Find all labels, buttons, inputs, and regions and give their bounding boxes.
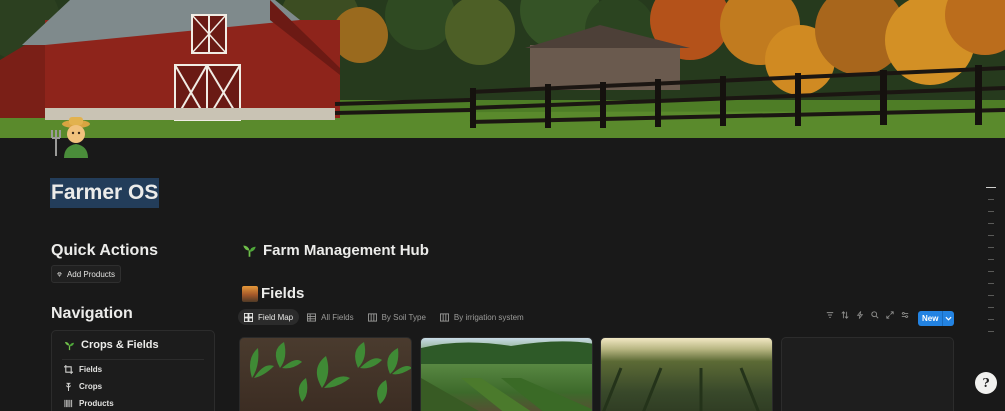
search-icon[interactable]	[871, 311, 879, 319]
nav-item-fields[interactable]: Fields	[64, 365, 102, 374]
board-icon	[439, 312, 449, 322]
crop-icon	[64, 365, 73, 374]
gallery-icon	[244, 312, 253, 322]
nav-item-label: Fields	[79, 365, 103, 374]
new-button-label: New	[922, 314, 939, 323]
nav-divider	[62, 359, 204, 360]
tab-by-soil-type[interactable]: By Soil Type	[362, 309, 432, 325]
seedlings-photo	[250, 342, 411, 404]
seedling-icon	[243, 245, 256, 257]
field-card-4[interactable]	[781, 337, 954, 411]
page-outline[interactable]	[986, 187, 996, 343]
database-toolbar	[826, 311, 909, 319]
sort-icon[interactable]	[841, 311, 849, 319]
crop-field-sunset-photo	[602, 367, 760, 411]
automation-icon[interactable]	[856, 311, 864, 319]
add-products-button[interactable]: Add Products	[51, 265, 121, 283]
tab-label: Field Map	[258, 312, 294, 322]
page-icon-farmer[interactable]	[50, 116, 94, 160]
hub-title-text: Farm Management Hub	[263, 242, 429, 259]
nav-section-crops-fields[interactable]: Crops & Fields	[64, 339, 159, 351]
farmer-emoji-icon	[51, 117, 90, 158]
field-card-3[interactable]	[600, 337, 773, 411]
navigation-card: Crops & Fields Fields Crops Products	[51, 330, 215, 411]
help-icon: ?	[982, 376, 990, 390]
tab-by-irrigation-system[interactable]: By irrigation system	[434, 309, 530, 325]
nav-item-label: Crops	[79, 382, 103, 391]
navigation-heading: Navigation	[51, 305, 133, 322]
table-icon	[307, 312, 317, 322]
nav-item-label: Products	[79, 399, 114, 408]
new-button[interactable]: New	[918, 311, 954, 326]
nav-item-crops[interactable]: Crops	[64, 382, 102, 391]
nav-item-products[interactable]: Products	[64, 399, 114, 408]
page-title[interactable]: Farmer OS	[50, 178, 160, 208]
settings-icon[interactable]	[901, 311, 909, 319]
cover-image[interactable]	[0, 0, 1005, 138]
filter-icon[interactable]	[826, 311, 834, 319]
board-icon	[367, 312, 377, 322]
tab-all-fields[interactable]: All Fields	[301, 309, 359, 325]
view-tabs: Field Map All Fields By Soil Type By irr…	[238, 309, 530, 325]
tab-label: All Fields	[321, 312, 354, 322]
field-card-2[interactable]	[420, 337, 593, 411]
tab-field-map[interactable]: Field Map	[238, 309, 300, 325]
quick-actions-heading: Quick Actions	[51, 242, 158, 259]
fields-emoji-icon	[242, 285, 258, 302]
seedling-icon	[64, 341, 75, 350]
field-card-1[interactable]	[239, 337, 412, 411]
help-button[interactable]: ?	[975, 372, 997, 394]
farm-barn-illustration	[0, 0, 1005, 138]
hub-heading: Farm Management Hub	[242, 242, 429, 259]
wheat-icon	[65, 382, 72, 391]
nav-section-label: Crops & Fields	[81, 339, 159, 351]
tab-label: By irrigation system	[453, 312, 524, 322]
fields-database-title[interactable]: Fields	[242, 285, 304, 302]
gem-icon	[57, 271, 62, 277]
fields-title-text: Fields	[261, 285, 305, 302]
expand-icon[interactable]	[886, 311, 894, 319]
chevron-down-icon	[945, 316, 952, 321]
tab-label: By Soil Type	[381, 312, 426, 322]
barcode-icon	[64, 399, 73, 408]
add-products-label: Add Products	[66, 269, 115, 279]
new-button-dropdown[interactable]	[943, 316, 953, 321]
garden-rows-photo	[421, 341, 592, 411]
